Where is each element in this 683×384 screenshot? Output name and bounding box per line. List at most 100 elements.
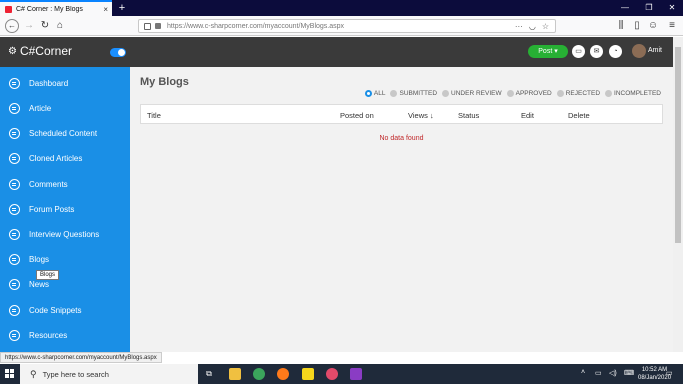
comment-icon [9, 178, 20, 190]
clone-icon [9, 152, 20, 164]
search-icon: ⚲ [30, 368, 37, 379]
scrollbar-thumb[interactable] [675, 47, 681, 243]
filter-all[interactable]: ALL [364, 90, 385, 97]
link-status-bar: https://www.c-sharpcorner.com/myaccount/… [0, 352, 162, 363]
tray-chevron-icon[interactable]: ˄ [581, 369, 585, 376]
sidebar-item-blogs[interactable]: Blogs [0, 248, 130, 270]
library-icon[interactable]: ⫼ [614, 19, 628, 33]
sidebar-item-resources[interactable]: Resources [0, 324, 130, 346]
sidebar-item-interview-questions[interactable]: Interview Questions [0, 223, 130, 245]
forward-button[interactable]: → [22, 19, 36, 33]
question-icon [9, 228, 20, 240]
sidebar: Dashboard Article Scheduled Content Clon… [0, 67, 130, 352]
browser-tab[interactable]: C# Corner : My Blogs × [0, 0, 112, 16]
column-status: Status [458, 111, 480, 120]
radio-icon[interactable] [556, 90, 564, 97]
windows-taskbar: ⚲ Type here to search ⧉ ˄ ▭ ◁) ⌨ 10:52 A… [0, 364, 683, 384]
sidebar-item-label: Comments [29, 179, 68, 189]
code-icon [9, 304, 20, 316]
sidebar-item-scheduled-content[interactable]: Scheduled Content [0, 122, 130, 144]
reload-button[interactable]: ↻ [38, 19, 52, 33]
bell-icon[interactable]: ◔ [609, 45, 622, 58]
sidebar-item-label: Dashboard [29, 78, 69, 88]
back-button[interactable]: ← [5, 19, 19, 33]
sidebar-item-label: Cloned Articles [29, 153, 83, 163]
empty-message: No data found [379, 135, 424, 142]
home-button[interactable]: ⌂ [53, 19, 67, 33]
page-actions-icon[interactable]: ··· [515, 22, 523, 31]
sidebar-item-label: Blogs [29, 254, 50, 264]
lock-icon [155, 23, 161, 29]
sidebar-item-news[interactable]: News [0, 273, 130, 295]
forum-icon [9, 203, 20, 215]
column-title: Title [147, 111, 161, 120]
new-tab-button[interactable]: + [115, 0, 129, 16]
close-window-button[interactable]: ✕ [661, 0, 683, 16]
search-placeholder[interactable]: Type here to search [43, 370, 109, 379]
sidebar-item-code-snippets[interactable]: Code Snippets [0, 299, 130, 321]
site-logo[interactable]: ⚙ C#Corner [8, 44, 72, 58]
filter-rejected[interactable]: REJECTED [556, 90, 600, 97]
sidebar-item-forum-posts[interactable]: Forum Posts [0, 198, 130, 220]
sticky-notes-icon[interactable] [302, 368, 314, 380]
pocket-icon[interactable]: ◡ [529, 22, 536, 31]
slack-icon[interactable] [326, 368, 338, 380]
minimize-button[interactable]: — [614, 0, 636, 16]
filter-approved[interactable]: APPROVED [506, 90, 552, 97]
sidebar-toggle-icon[interactable]: ▯ [630, 19, 644, 33]
radio-icon[interactable] [605, 90, 613, 97]
volume-icon[interactable]: ◁) [609, 369, 617, 377]
calendar-icon [9, 127, 20, 139]
windows-start-icon[interactable] [5, 369, 15, 379]
blogs-tooltip: Blogs [36, 270, 60, 280]
bookmark-star-icon[interactable]: ☆ [542, 22, 549, 31]
maximize-button[interactable]: ❐ [638, 0, 660, 16]
chat-icon[interactable]: ▭ [572, 45, 585, 58]
taskbar-search[interactable]: ⚲ Type here to search [20, 364, 198, 384]
keyboard-icon[interactable]: ⌨ [624, 369, 634, 377]
notifications-icon[interactable]: ▭ [666, 369, 673, 377]
article-icon [9, 102, 20, 114]
sidebar-item-cloned-articles[interactable]: Cloned Articles [0, 147, 130, 169]
radio-icon[interactable] [506, 90, 514, 97]
avatar[interactable] [632, 44, 646, 58]
column-posted-on: Posted on [340, 111, 374, 120]
filter-incompleted[interactable]: INCOMPLETED [605, 90, 661, 97]
chrome-icon[interactable] [253, 368, 265, 380]
sidebar-item-article[interactable]: Article [0, 97, 130, 119]
tab-title: C# Corner : My Blogs [16, 5, 83, 13]
firefox-icon[interactable] [277, 368, 289, 380]
address-bar[interactable]: https://www.c-sharpcorner.com/myaccount/… [138, 19, 556, 33]
site-header: ⚙ C#Corner Post ▾ ▭ ✉ ◔ Amit [0, 37, 673, 67]
network-icon[interactable]: ▭ [595, 369, 602, 377]
logo-mark-icon: ⚙ [8, 45, 17, 57]
url-text[interactable]: https://www.c-sharpcorner.com/myaccount/… [167, 23, 515, 30]
sidebar-item-dashboard[interactable]: Dashboard [0, 72, 130, 94]
account-icon[interactable]: ☺ [646, 19, 660, 33]
column-views-sort[interactable]: Views ↓ [408, 111, 434, 120]
logo-text: C#Corner [19, 44, 72, 58]
filter-under-review[interactable]: UNDER REVIEW [442, 90, 502, 97]
user-name[interactable]: Amit [648, 47, 662, 54]
visual-studio-icon[interactable] [350, 368, 362, 380]
blog-icon [9, 253, 20, 265]
column-delete: Delete [568, 111, 590, 120]
sidebar-item-label: Resources [29, 330, 68, 340]
file-explorer-icon[interactable] [229, 368, 241, 380]
post-button[interactable]: Post ▾ [528, 45, 568, 58]
mail-icon[interactable]: ✉ [590, 45, 603, 58]
radio-icon[interactable] [390, 90, 398, 97]
sidebar-item-label: Scheduled Content [29, 128, 98, 138]
task-view-icon[interactable]: ⧉ [203, 368, 215, 380]
sidebar-item-label: Article [29, 103, 52, 113]
sidebar-item-comments[interactable]: Comments [0, 173, 130, 195]
radio-selected-icon[interactable] [364, 90, 372, 97]
tab-close-icon[interactable]: × [103, 5, 108, 14]
theme-toggle[interactable] [110, 48, 126, 57]
dashboard-icon [9, 77, 20, 89]
sidebar-item-label: Interview Questions [29, 229, 100, 239]
page-scrollbar[interactable] [673, 37, 683, 352]
filter-submitted[interactable]: SUBMITTED [390, 90, 437, 97]
radio-icon[interactable] [442, 90, 450, 97]
menu-icon[interactable]: ≡ [665, 19, 679, 33]
